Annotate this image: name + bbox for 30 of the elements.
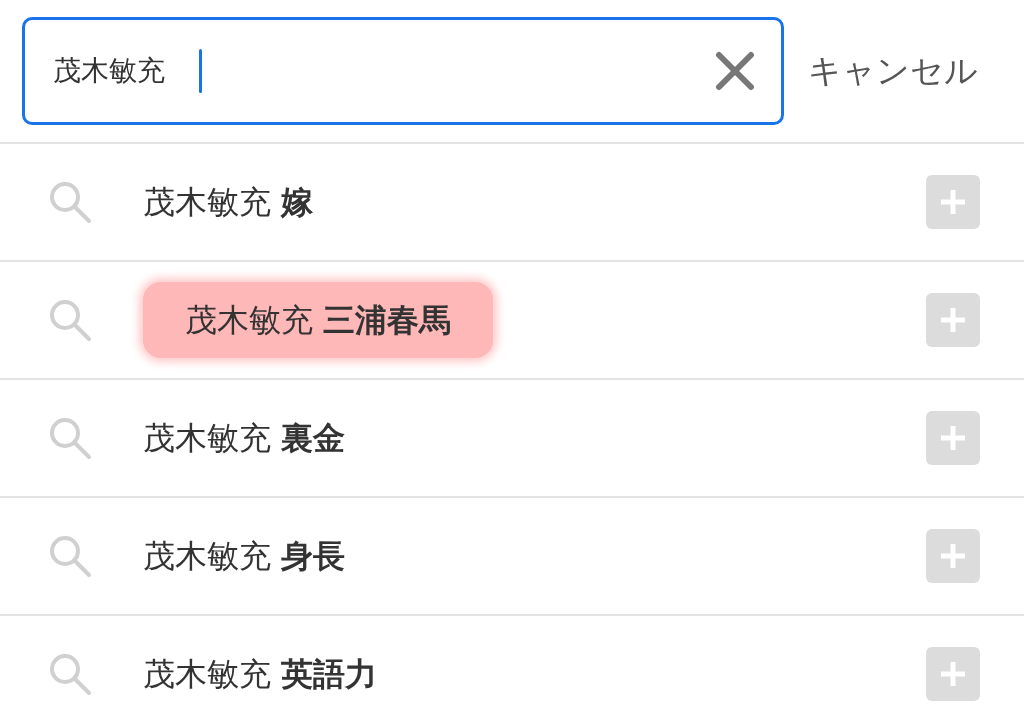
suggestion-row[interactable]: 茂木敏充 身長: [0, 498, 1024, 616]
search-icon: [48, 298, 92, 342]
suggestion-row[interactable]: 茂木敏充 嫁: [0, 144, 1024, 262]
search-value: 茂木敏充: [53, 53, 165, 89]
add-button[interactable]: [926, 529, 980, 583]
suggestion-text: 茂木敏充 嫁: [143, 182, 314, 223]
plus-icon: [940, 661, 966, 687]
search-icon: [48, 416, 92, 460]
suggestion-text: 茂木敏充 身長: [143, 536, 346, 577]
plus-icon: [940, 189, 966, 215]
plus-icon: [940, 425, 966, 451]
plus-icon: [940, 307, 966, 333]
suggestion-text: 茂木敏充 英語力: [143, 654, 378, 695]
search-icon: [48, 534, 92, 578]
suggestion-row[interactable]: 茂木敏充 英語力: [0, 616, 1024, 726]
search-field[interactable]: 茂木敏充: [22, 17, 784, 125]
suggestion-text: 茂木敏充 裏金: [143, 418, 346, 459]
suggestion-row[interactable]: 茂木敏充 裏金: [0, 380, 1024, 498]
search-icon: [48, 180, 92, 224]
plus-icon: [940, 543, 966, 569]
suggestion-row[interactable]: 茂木敏充 三浦春馬: [0, 262, 1024, 380]
add-button[interactable]: [926, 175, 980, 229]
clear-icon[interactable]: [715, 51, 755, 91]
cancel-button[interactable]: キャンセル: [808, 46, 978, 96]
add-button[interactable]: [926, 293, 980, 347]
search-icon: [48, 652, 92, 696]
suggestion-text: 茂木敏充 三浦春馬: [143, 282, 494, 358]
add-button[interactable]: [926, 411, 980, 465]
add-button[interactable]: [926, 647, 980, 701]
text-cursor: [199, 49, 202, 93]
